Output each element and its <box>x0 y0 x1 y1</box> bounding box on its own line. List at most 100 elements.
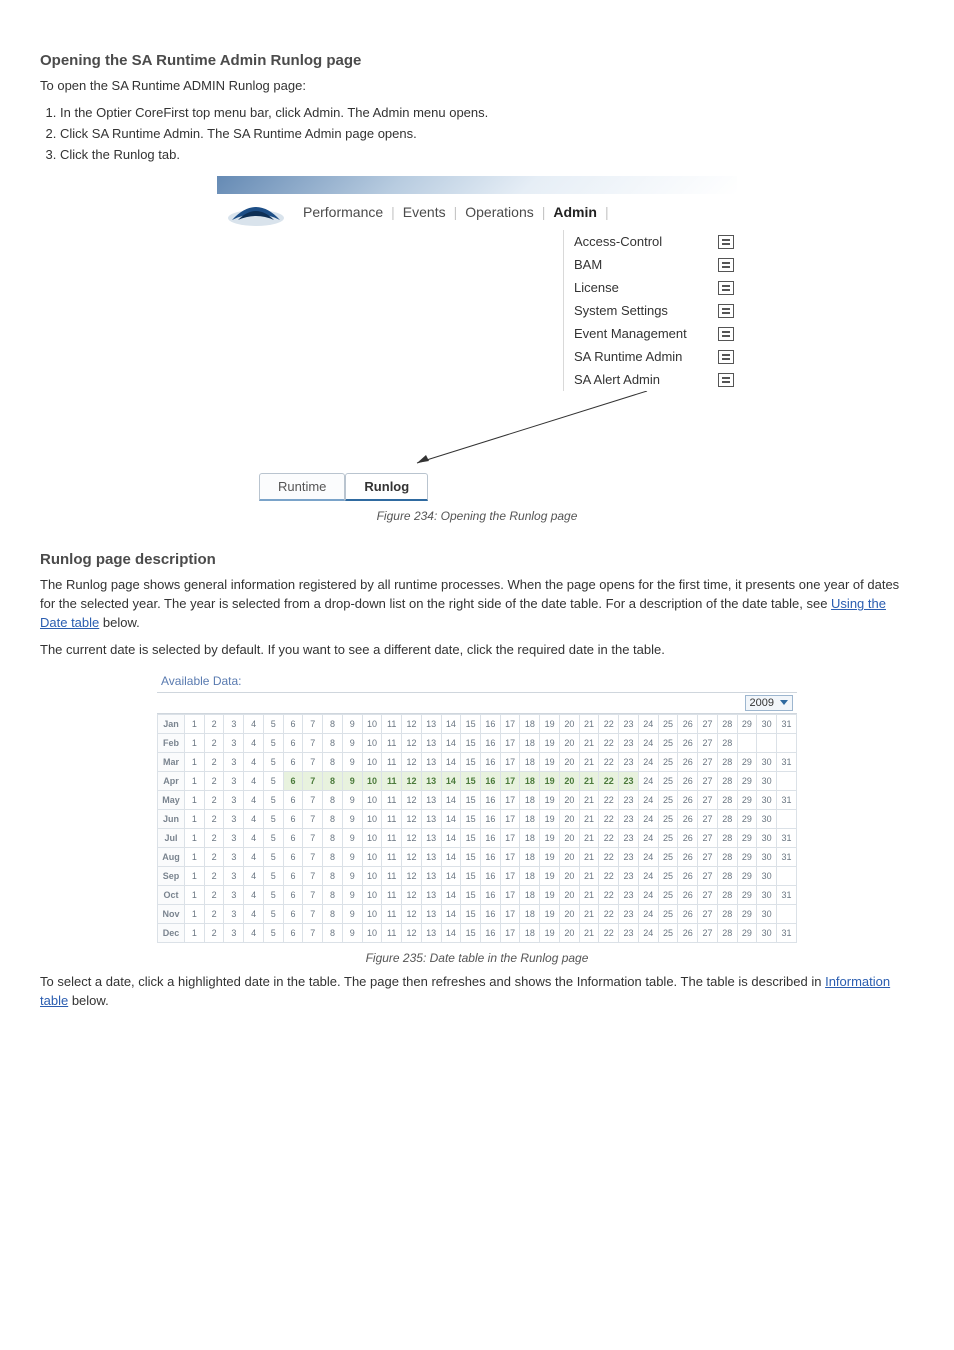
calendar-day[interactable]: 3 <box>224 771 244 790</box>
calendar-day[interactable]: 10 <box>362 923 382 942</box>
calendar-day[interactable]: 9 <box>342 828 362 847</box>
calendar-day[interactable]: 5 <box>263 885 283 904</box>
calendar-day[interactable]: 11 <box>382 904 402 923</box>
calendar-day[interactable]: 3 <box>224 847 244 866</box>
calendar-day[interactable]: 11 <box>382 790 402 809</box>
calendar-day[interactable]: 30 <box>757 790 777 809</box>
calendar-day[interactable]: 27 <box>698 714 718 733</box>
calendar-day[interactable]: 25 <box>658 714 678 733</box>
calendar-day[interactable]: 1 <box>185 923 205 942</box>
calendar-day[interactable]: 8 <box>323 714 343 733</box>
calendar-day[interactable]: 30 <box>757 714 777 733</box>
calendar-day[interactable]: 26 <box>678 790 698 809</box>
calendar-day[interactable]: 2 <box>204 828 224 847</box>
calendar-day[interactable]: 12 <box>402 790 422 809</box>
calendar-day[interactable]: 12 <box>402 714 422 733</box>
calendar-day[interactable]: 5 <box>263 733 283 752</box>
calendar-day[interactable]: 17 <box>500 771 520 790</box>
calendar-day[interactable]: 25 <box>658 790 678 809</box>
calendar-day[interactable]: 7 <box>303 904 323 923</box>
calendar-day[interactable]: 6 <box>283 866 303 885</box>
calendar-day[interactable]: 8 <box>323 752 343 771</box>
calendar-day[interactable]: 16 <box>481 828 501 847</box>
calendar-day[interactable]: 13 <box>421 828 441 847</box>
calendar-day[interactable]: 20 <box>559 885 579 904</box>
calendar-day[interactable]: 30 <box>757 809 777 828</box>
calendar-day[interactable]: 19 <box>540 714 560 733</box>
calendar-day[interactable]: 7 <box>303 866 323 885</box>
calendar-day[interactable]: 30 <box>757 866 777 885</box>
nav-events[interactable]: Events <box>401 202 448 222</box>
calendar-day[interactable]: 10 <box>362 752 382 771</box>
calendar-day[interactable]: 26 <box>678 714 698 733</box>
calendar-day[interactable]: 27 <box>698 866 718 885</box>
admin-menu-item[interactable]: SA Runtime Admin <box>564 345 740 368</box>
calendar-day[interactable]: 21 <box>579 752 599 771</box>
calendar-day[interactable]: 8 <box>323 809 343 828</box>
calendar-day[interactable]: 10 <box>362 790 382 809</box>
calendar-day[interactable]: 10 <box>362 714 382 733</box>
calendar-day[interactable]: 6 <box>283 847 303 866</box>
calendar-day[interactable]: 4 <box>244 885 264 904</box>
calendar-day[interactable]: 4 <box>244 923 264 942</box>
calendar-day[interactable]: 20 <box>559 847 579 866</box>
calendar-day[interactable]: 8 <box>323 771 343 790</box>
calendar-day[interactable]: 21 <box>579 771 599 790</box>
calendar-day[interactable]: 18 <box>520 771 540 790</box>
calendar-day[interactable]: 9 <box>342 885 362 904</box>
calendar-day[interactable]: 15 <box>461 866 481 885</box>
calendar-day[interactable]: 24 <box>638 923 658 942</box>
calendar-day[interactable]: 3 <box>224 885 244 904</box>
calendar-day[interactable]: 22 <box>599 828 619 847</box>
calendar-day[interactable]: 18 <box>520 847 540 866</box>
calendar-day[interactable]: 17 <box>500 866 520 885</box>
calendar-day[interactable]: 16 <box>481 752 501 771</box>
calendar-day[interactable]: 2 <box>204 733 224 752</box>
calendar-day[interactable]: 9 <box>342 923 362 942</box>
calendar-day[interactable]: 5 <box>263 828 283 847</box>
calendar-day[interactable]: 31 <box>777 752 797 771</box>
calendar-day[interactable]: 12 <box>402 866 422 885</box>
calendar-day[interactable]: 17 <box>500 847 520 866</box>
calendar-day[interactable]: 22 <box>599 847 619 866</box>
calendar-day[interactable]: 25 <box>658 828 678 847</box>
calendar-day[interactable]: 22 <box>599 885 619 904</box>
calendar-day[interactable]: 6 <box>283 752 303 771</box>
calendar-day[interactable]: 19 <box>540 809 560 828</box>
calendar-day[interactable]: 28 <box>717 809 737 828</box>
calendar-day[interactable]: 4 <box>244 771 264 790</box>
calendar-day[interactable]: 3 <box>224 714 244 733</box>
calendar-day[interactable]: 1 <box>185 847 205 866</box>
admin-menu-item[interactable]: SA Alert Admin <box>564 368 740 391</box>
calendar-day[interactable]: 26 <box>678 828 698 847</box>
calendar-day[interactable]: 29 <box>737 847 757 866</box>
calendar-day[interactable]: 7 <box>303 828 323 847</box>
calendar-day[interactable]: 20 <box>559 733 579 752</box>
calendar-day[interactable]: 1 <box>185 790 205 809</box>
calendar-day[interactable]: 7 <box>303 885 323 904</box>
calendar-day[interactable]: 17 <box>500 790 520 809</box>
calendar-day[interactable]: 11 <box>382 885 402 904</box>
nav-admin[interactable]: Admin <box>551 202 599 222</box>
calendar-day[interactable]: 17 <box>500 885 520 904</box>
calendar-day[interactable]: 24 <box>638 885 658 904</box>
calendar-day[interactable]: 30 <box>757 847 777 866</box>
calendar-day[interactable]: 11 <box>382 847 402 866</box>
calendar-day[interactable]: 20 <box>559 790 579 809</box>
calendar-day[interactable]: 4 <box>244 752 264 771</box>
calendar-day[interactable]: 16 <box>481 771 501 790</box>
calendar-day[interactable]: 6 <box>283 809 303 828</box>
calendar-day[interactable]: 9 <box>342 771 362 790</box>
calendar-day[interactable]: 10 <box>362 809 382 828</box>
calendar-day[interactable]: 9 <box>342 790 362 809</box>
admin-menu-item[interactable]: License <box>564 276 740 299</box>
calendar-day[interactable]: 25 <box>658 885 678 904</box>
calendar-day[interactable]: 26 <box>678 752 698 771</box>
admin-menu-item[interactable]: BAM <box>564 253 740 276</box>
calendar-day[interactable]: 31 <box>777 885 797 904</box>
calendar-day[interactable]: 2 <box>204 809 224 828</box>
calendar-day[interactable]: 30 <box>757 828 777 847</box>
calendar-day[interactable]: 1 <box>185 828 205 847</box>
calendar-day[interactable]: 30 <box>757 885 777 904</box>
calendar-day[interactable]: 30 <box>757 923 777 942</box>
